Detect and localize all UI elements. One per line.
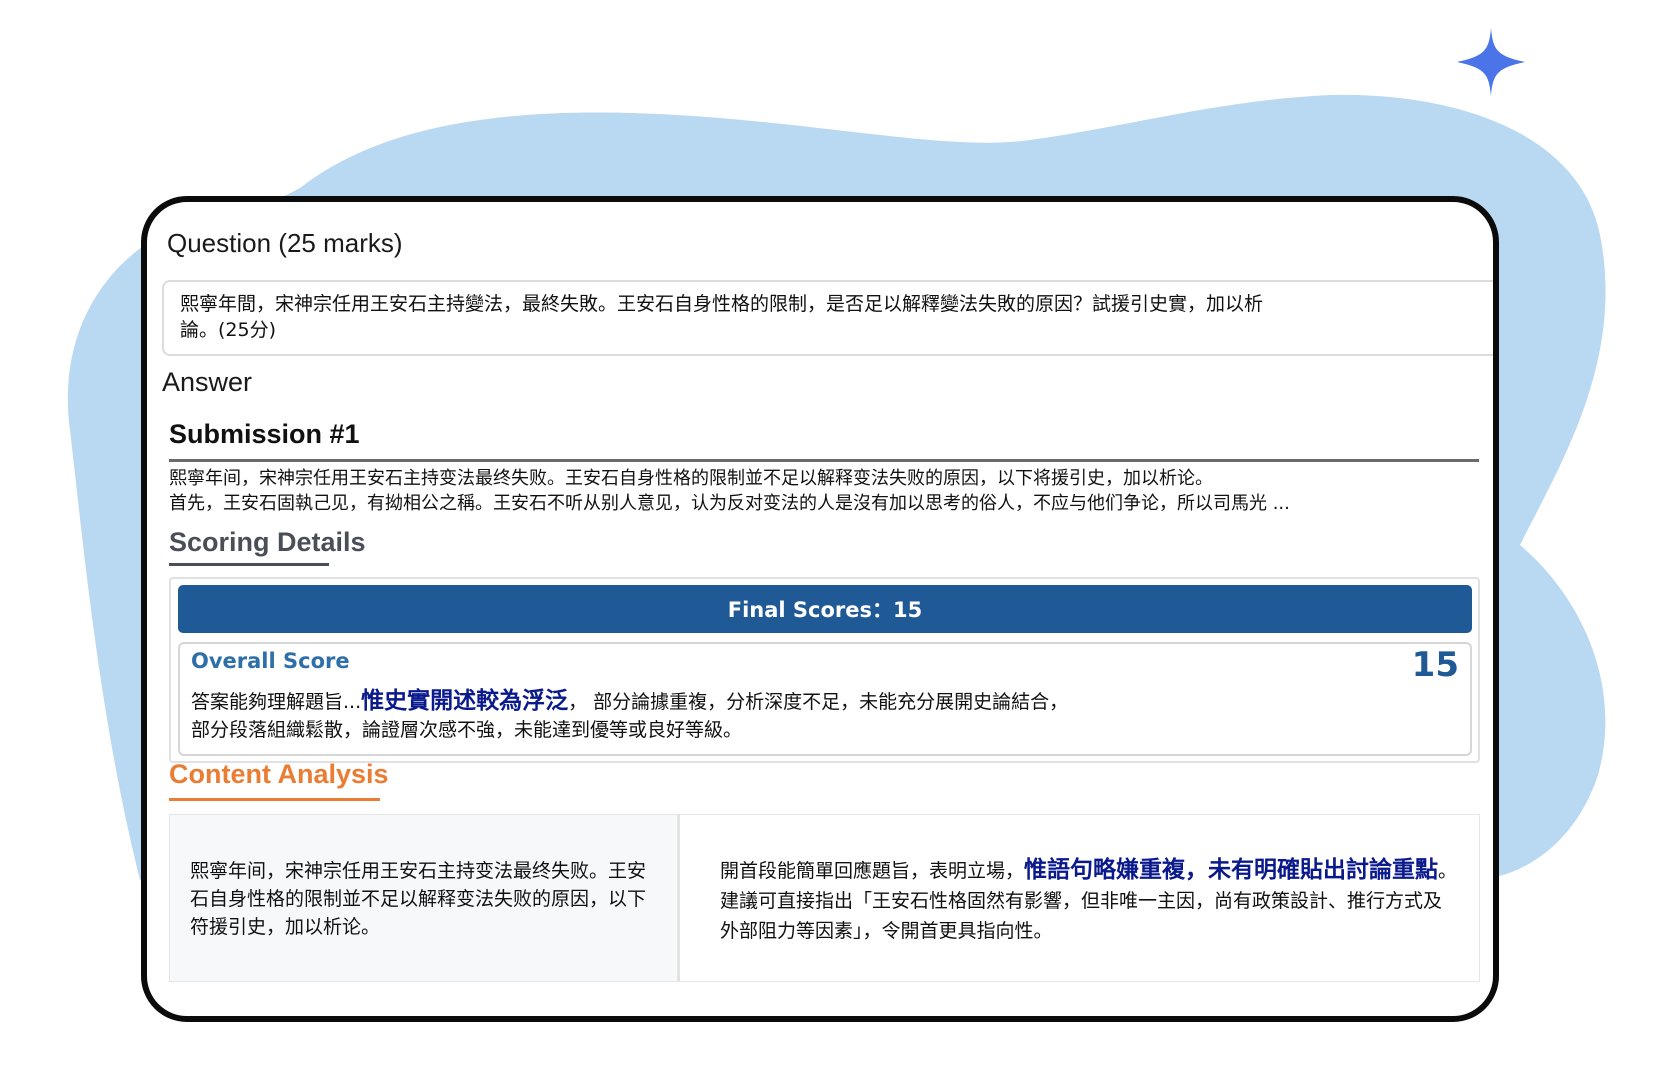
submission-line2: 首先，王安石固執己见，有拗相公之稱。王安石不听从别人意见，认为反对变法的人是沒有… <box>169 493 1290 514</box>
final-score-label: Final Scores：15 <box>727 598 923 622</box>
scoring-details-title: Scoring Details <box>169 527 366 557</box>
content-analysis-underline <box>169 798 380 801</box>
overall-comment-line1: 答案能夠理解題旨...惟史實開述較為浮泛， 部分論據重複，分析深度不足，未能充分… <box>191 687 1431 716</box>
question-box: 熙寧年間，宋神宗任用王安石主持變法，最終失敗。王安石自身性格的限制，是否足以解釋… <box>162 280 1493 356</box>
scoring-details-underline <box>169 563 329 566</box>
feedback-pre: 開首段能簡單回應題旨，表明立場， <box>720 860 1025 882</box>
submission-excerpt: 熙寧年间，宋神宗任用王安石主持变法最终失败。王安石自身性格的限制並不足以解释变法… <box>169 466 1489 516</box>
feedback-highlight-2: ，未有明確貼出討論重點 <box>1185 857 1439 883</box>
content-analysis-excerpt: 熙寧年间，宋神宗任用王安石主持变法最终失败。王安石自身性格的限制並不足以解释变法… <box>169 814 678 982</box>
content-analysis-title: Content Analysis <box>169 759 389 789</box>
submission-title: Submission #1 <box>169 419 360 449</box>
question-text-line1: 熙寧年間，宋神宗任用王安石主持變法，最終失敗。王安石自身性格的限制，是否足以解釋… <box>180 293 1264 315</box>
question-text-line2: 論。(25分) <box>180 319 277 341</box>
submission-line1: 熙寧年间，宋神宗任用王安石主持变法最终失败。王安石自身性格的限制並不足以解释变法… <box>169 468 1213 489</box>
comment-pre: 答案能夠理解題旨... <box>191 691 362 713</box>
submission-divider <box>169 459 1479 462</box>
overall-score-label: Overall Score <box>191 649 350 673</box>
sparkle-icon <box>1457 28 1525 96</box>
comment-highlight: 惟史實開述較為浮泛 <box>361 688 569 714</box>
question-heading: Question (25 marks) <box>167 228 403 258</box>
comment-post: ， 部分論據重複，分析深度不足，未能充分展開史論結合， <box>568 691 1069 713</box>
overall-score-comment: 答案能夠理解題旨...惟史實開述較為浮泛， 部分論據重複，分析深度不足，未能充分… <box>191 687 1431 744</box>
overall-comment-line2: 部分段落組織鬆散，論證層次感不強，未能達到優等或良好等級。 <box>191 719 743 741</box>
answer-heading: Answer <box>162 367 253 397</box>
content-analysis-excerpt-text: 熙寧年间，宋神宗任用王安石主持变法最终失败。王安石自身性格的限制並不足以解释变法… <box>190 860 647 938</box>
final-score-bar: Final Scores：15 <box>178 585 1472 633</box>
content-analysis-feedback: 開首段能簡單回應題旨，表明立場，惟語句略嫌重複，未有明確貼出討論重點。建議可直接… <box>678 814 1480 982</box>
overall-score-value: 15 <box>1411 645 1459 685</box>
grading-card: Question (25 marks) 熙寧年間，宋神宗任用王安石主持變法，最終… <box>141 196 1499 1022</box>
feedback-highlight-1: 惟語句略嫌重複 <box>1024 857 1186 883</box>
